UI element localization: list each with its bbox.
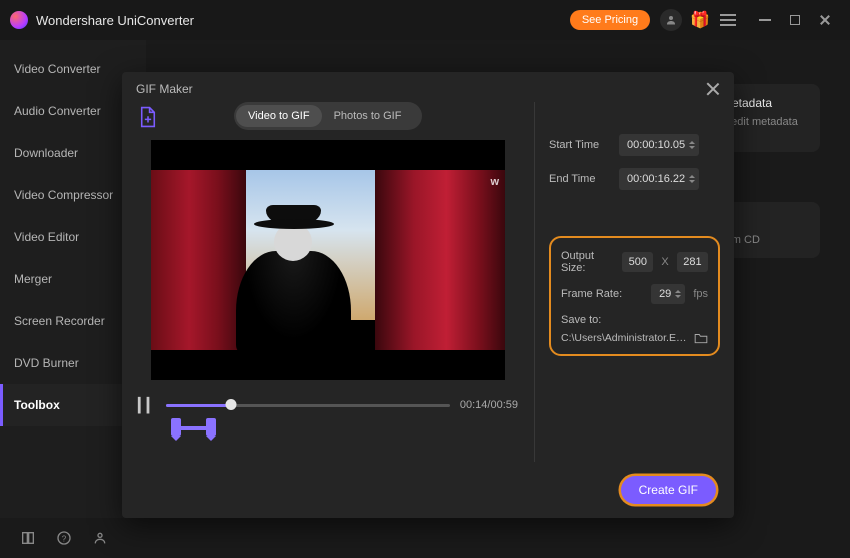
start-time-input[interactable]: 00:00:10.05 [619,134,699,156]
titlebar: Wondershare UniConverter See Pricing 🎁 [0,0,850,40]
end-time-input[interactable]: 00:00:16.22 [619,168,699,190]
mode-tabs: Video to GIF Photos to GIF [234,102,422,130]
close-icon[interactable] [706,82,720,96]
app-logo-icon [10,11,28,29]
seek-bar[interactable] [166,396,450,414]
x-separator: X [661,256,668,268]
guide-icon[interactable] [20,530,36,546]
end-time-label: End Time [549,173,611,185]
card-title: r [722,214,808,228]
account-icon[interactable] [92,530,108,546]
folder-icon[interactable] [694,332,708,344]
output-width-input[interactable]: 500 [622,252,653,272]
start-time-label: Start Time [549,139,611,151]
save-path: C:\Users\Administrator.EIZE5 [561,332,688,344]
pause-button[interactable]: ▎▎ [138,397,156,414]
frame-rate-input[interactable]: 29 [651,284,685,304]
window-maximize-button[interactable] [788,13,802,27]
tab-photos-to-gif[interactable]: Photos to GIF [322,105,414,127]
fps-label: fps [693,288,708,300]
timecode: 00:14/00:59 [460,399,518,411]
trim-start-handle[interactable] [171,418,181,436]
trim-range[interactable] [162,418,422,440]
card-title: Metadata [722,96,808,110]
help-icon[interactable]: ? [56,530,72,546]
app-title: Wondershare UniConverter [36,13,194,28]
card-subtitle: d edit metadata es [722,116,808,140]
frame-rate-label: Frame Rate: [561,288,629,300]
create-gif-button[interactable]: Create GIF [621,476,716,504]
window-minimize-button[interactable] [758,13,772,27]
gif-maker-dialog: GIF Maker Video to GIF Photos to GIF [122,72,734,518]
user-avatar-icon[interactable] [660,9,682,31]
output-height-input[interactable]: 281 [677,252,708,272]
video-preview[interactable]: w [151,140,505,380]
gift-icon[interactable]: 🎁 [690,10,710,30]
see-pricing-button[interactable]: See Pricing [570,10,650,30]
output-settings-box: Output Size: 500 X 281 Frame Rate: 29 fp… [549,236,720,356]
window-close-button[interactable] [818,13,832,27]
menu-icon[interactable] [720,14,736,26]
svg-text:?: ? [62,534,67,543]
tab-video-to-gif[interactable]: Video to GIF [236,105,322,127]
save-to-label: Save to: [561,314,708,326]
dialog-title: GIF Maker [136,82,193,96]
card-subtitle: rom CD [722,234,808,246]
bottom-toolbar: ? [0,518,146,558]
output-size-label: Output Size: [561,250,614,274]
trim-end-handle[interactable] [206,418,216,436]
watermark-icon: w [490,176,499,188]
person-icon [665,14,677,26]
